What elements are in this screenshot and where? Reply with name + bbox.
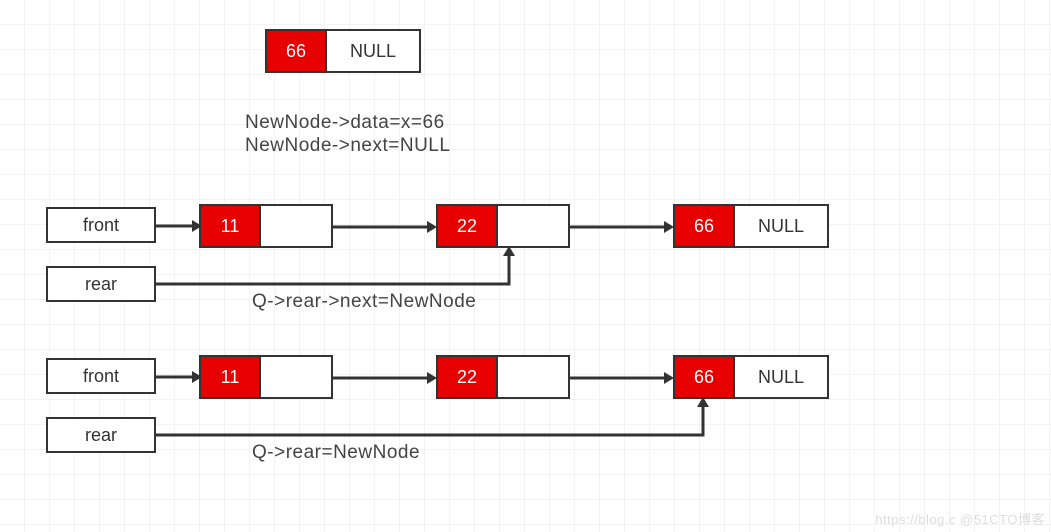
arrow-front-to-n1-r2 — [156, 225, 198, 227]
new-node-data: 66 — [267, 31, 327, 71]
r3-node2-next — [498, 357, 568, 397]
r3-node2-data: 22 — [438, 357, 498, 397]
rear-label-2: rear — [85, 425, 117, 446]
r2-node2-next — [498, 206, 568, 246]
caption-newnode-next: NewNode->next=NULL — [245, 135, 450, 157]
new-node: 66 NULL — [265, 29, 421, 73]
caption-r2: Q->rear->next=NewNode — [252, 291, 476, 313]
rear-pointer-box-2: rear — [46, 417, 156, 453]
caption-newnode-data: NewNode->data=x=66 — [245, 112, 445, 134]
r3-node1-data: 11 — [201, 357, 261, 397]
r2-node1-data: 11 — [201, 206, 261, 246]
arrow-n2-n3-r2 — [568, 226, 670, 228]
rear-pointer-box-1: rear — [46, 266, 156, 302]
front-label-2: front — [83, 366, 119, 387]
r2-node3-next: NULL — [735, 206, 827, 246]
r3-node2: 22 — [436, 355, 570, 399]
caption-r3: Q->rear=NewNode — [252, 442, 420, 464]
r2-node3-data: 66 — [675, 206, 735, 246]
r2-node1: 11 — [199, 204, 333, 248]
arrow-rear-to-n2-r2 — [156, 248, 526, 290]
r2-node1-next — [261, 206, 331, 246]
watermark: https://blog.c @51CTO博客 — [875, 509, 1045, 528]
r2-node2: 22 — [436, 204, 570, 248]
r3-node1: 11 — [199, 355, 333, 399]
r3-node3-next: NULL — [735, 357, 827, 397]
new-node-next: NULL — [327, 31, 419, 71]
r2-node2-data: 22 — [438, 206, 498, 246]
r3-node1-next — [261, 357, 331, 397]
r3-node3-data: 66 — [675, 357, 735, 397]
arrow-rear-to-n3-r3 — [156, 399, 716, 441]
r3-node3: 66 NULL — [673, 355, 829, 399]
arrow-n2-n3-r3 — [568, 377, 670, 379]
front-label-1: front — [83, 215, 119, 236]
r2-node3: 66 NULL — [673, 204, 829, 248]
arrow-n1-n2-r3 — [331, 377, 433, 379]
arrow-n1-n2-r2 — [331, 226, 433, 228]
front-pointer-box-1: front — [46, 207, 156, 243]
arrow-front-to-n1-r3 — [156, 376, 198, 378]
front-pointer-box-2: front — [46, 358, 156, 394]
rear-label-1: rear — [85, 274, 117, 295]
